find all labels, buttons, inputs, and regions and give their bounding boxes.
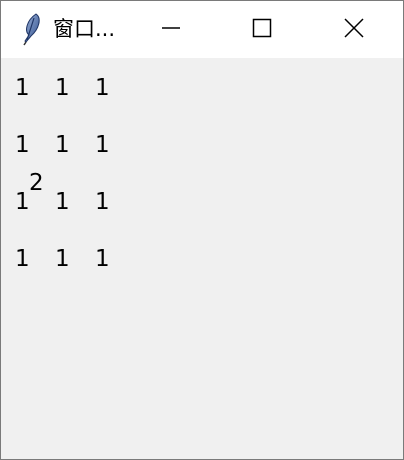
minimize-icon (161, 18, 181, 42)
app-window: 窗口... 1 1 1 1 1 1 1 1 1 2 1 1 1 (0, 0, 404, 460)
title-bar[interactable]: 窗口... (1, 1, 403, 58)
maximize-icon (252, 18, 272, 42)
overlay-label: 2 (29, 170, 44, 196)
grid-cell: 1 (15, 246, 30, 272)
grid-cell: 1 (15, 75, 30, 101)
grid-cell: 1 (55, 189, 70, 215)
grid-cell: 1 (15, 189, 30, 215)
grid-cell: 1 (55, 75, 70, 101)
client-area: 1 1 1 1 1 1 1 1 1 2 1 1 1 (1, 58, 403, 459)
close-button[interactable] (321, 1, 387, 58)
grid-cell: 1 (55, 132, 70, 158)
maximize-button[interactable] (229, 1, 295, 58)
close-icon (343, 17, 365, 43)
grid-cell: 1 (95, 246, 110, 272)
grid-cell: 1 (15, 132, 30, 158)
grid-cell: 1 (55, 246, 70, 272)
feather-icon (19, 11, 43, 47)
grid-cell: 1 (95, 189, 110, 215)
grid-cell: 1 (95, 75, 110, 101)
grid-cell: 1 (95, 132, 110, 158)
window-title: 窗口... (53, 17, 116, 41)
minimize-button[interactable] (138, 1, 204, 58)
